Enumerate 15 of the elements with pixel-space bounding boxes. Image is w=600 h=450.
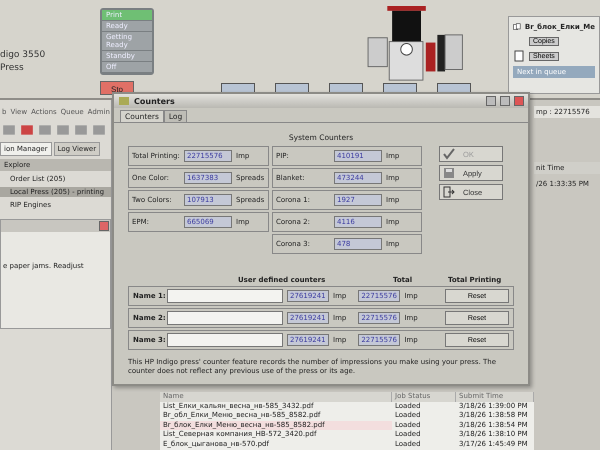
toolbar-icon — [56, 123, 70, 137]
toolbar-icon — [74, 123, 88, 137]
documents-icon — [513, 21, 521, 33]
press-model: Press — [0, 63, 25, 73]
toolbar-icon — [20, 123, 34, 137]
page-icon — [513, 50, 525, 62]
toolbar-icon — [92, 123, 106, 137]
press-model: digo 3550 — [0, 50, 46, 60]
counter-name-field[interactable] — [167, 311, 283, 325]
toolbar-icon — [38, 123, 52, 137]
counter-name-field[interactable] — [167, 333, 283, 347]
check-icon — [443, 148, 455, 160]
exit-icon — [443, 186, 455, 198]
dialog-title: Counters — [134, 96, 176, 106]
counter-name-field[interactable] — [167, 289, 283, 303]
